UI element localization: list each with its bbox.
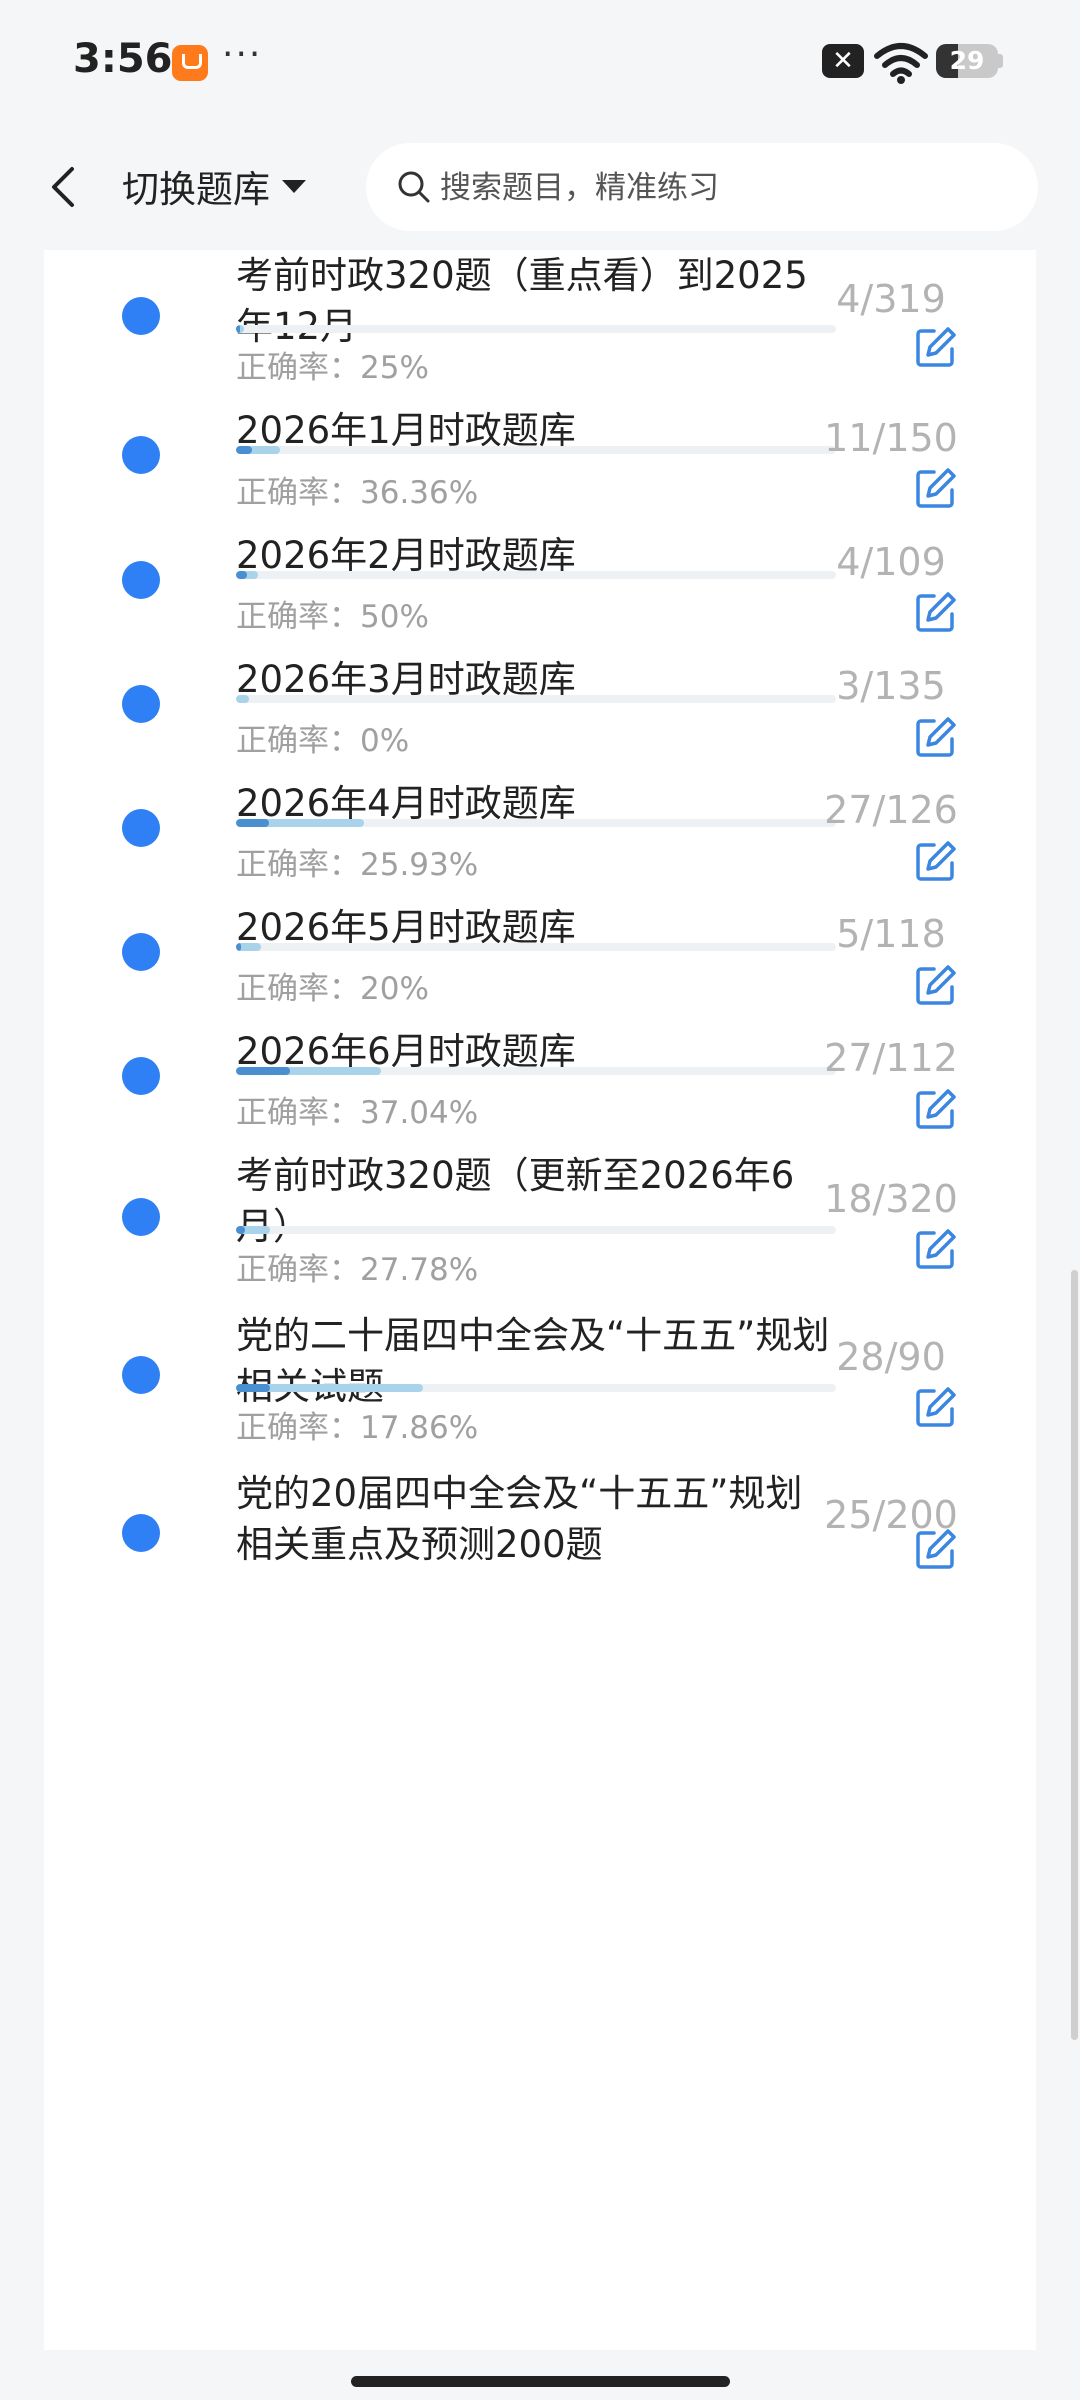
item-title: 考前时政320题（重点看）到2025年12月 <box>236 254 808 348</box>
progress-bar <box>236 446 836 454</box>
status-dot <box>122 436 160 474</box>
edit-practice-icon[interactable] <box>914 1227 958 1271</box>
progress-bar <box>236 1226 836 1234</box>
status-dot <box>122 1514 160 1552</box>
progress-count: 5/118 <box>836 912 946 956</box>
progress-bar <box>236 695 836 703</box>
progress-bar <box>236 943 836 951</box>
progress-bar <box>236 325 836 333</box>
accuracy-rate: 正确率：37.04% <box>236 1095 479 1131</box>
item-title: 党的20届四中全会及“十五五”规划相关重点及预测200题 <box>236 1472 803 1566</box>
progress-count: 27/126 <box>824 788 958 832</box>
accuracy-rate: 正确率：17.86% <box>236 1410 479 1446</box>
home-indicator[interactable] <box>351 2376 730 2387</box>
switch-question-bank-button[interactable]: 切换题库 <box>122 161 306 211</box>
accuracy-rate: 正确率：50% <box>236 599 429 635</box>
wifi-icon <box>874 43 928 84</box>
progress-count: 4/109 <box>836 540 946 584</box>
status-dot <box>122 561 160 599</box>
scrollbar[interactable] <box>1071 1270 1078 2040</box>
edit-practice-icon[interactable] <box>914 466 958 510</box>
app-notification-icon <box>172 45 208 81</box>
battery-icon: 29 <box>936 44 998 78</box>
accuracy-rate: 正确率：0% <box>236 723 410 759</box>
status-dot <box>122 1057 160 1095</box>
more-notifications-icon: ··· <box>222 34 263 75</box>
progress-correct <box>236 1384 270 1392</box>
edit-practice-icon[interactable] <box>914 839 958 883</box>
edit-practice-icon[interactable] <box>914 590 958 634</box>
item-title: 党的二十届四中全会及“十五五”规划相关试题 <box>236 1314 830 1408</box>
status-time: 3:56 <box>73 36 173 82</box>
status-dot <box>122 297 160 335</box>
progress-bar <box>236 571 836 579</box>
top-bar: 切换题库 <box>0 125 1080 250</box>
search-box[interactable] <box>366 143 1038 233</box>
edit-practice-icon[interactable] <box>914 1527 958 1571</box>
battery-cap <box>998 54 1003 68</box>
progress-correct <box>236 819 270 827</box>
battery-level: 29 <box>949 46 985 75</box>
progress-count: 3/135 <box>836 664 946 708</box>
progress-count: 11/150 <box>824 416 958 460</box>
item-title: 考前时政320题（更新至2026年6月） <box>236 1154 795 1248</box>
switch-question-bank-label: 切换题库 <box>122 168 270 211</box>
progress-correct <box>236 943 242 951</box>
status-dot <box>122 1198 160 1236</box>
progress-bar <box>236 1384 836 1392</box>
question-bank-list: 正确率：0% 考前时政320题（重点看）到2025年12月正确率：25% 4/319… <box>44 250 1036 2350</box>
progress-done <box>236 695 250 703</box>
accuracy-rate: 正确率：27.78% <box>236 1252 479 1288</box>
progress-count: 18/320 <box>824 1177 958 1221</box>
edit-practice-icon[interactable] <box>914 1087 958 1131</box>
edit-practice-icon[interactable] <box>914 1385 958 1429</box>
status-dot <box>122 933 160 971</box>
progress-correct <box>236 571 248 579</box>
edit-practice-icon[interactable] <box>914 963 958 1007</box>
progress-correct <box>236 325 240 333</box>
status-dot <box>122 1356 160 1394</box>
caret-down-icon <box>282 179 306 193</box>
status-bar: 3:56 ··· ✕ 29 <box>0 0 1080 125</box>
progress-count: 28/90 <box>836 1335 946 1379</box>
status-dot <box>122 685 160 723</box>
progress-count: 25/200 <box>824 1493 958 1537</box>
accuracy-rate: 正确率：25.93% <box>236 847 479 883</box>
progress-bar <box>236 1067 836 1075</box>
progress-count: 4/319 <box>836 277 946 321</box>
progress-bar <box>236 819 836 827</box>
search-input[interactable] <box>438 143 1002 233</box>
accuracy-rate: 正确率：36.36% <box>236 475 479 511</box>
progress-count: 27/112 <box>824 1036 958 1080</box>
status-dot <box>122 809 160 847</box>
progress-correct <box>236 446 252 454</box>
accuracy-rate: 正确率：25% <box>236 350 429 386</box>
progress-correct <box>236 1067 290 1075</box>
edit-practice-icon[interactable] <box>914 325 958 369</box>
back-arrow-icon[interactable] <box>44 165 84 209</box>
no-sim-icon: ✕ <box>822 44 864 78</box>
edit-practice-icon[interactable] <box>914 715 958 759</box>
search-icon <box>398 171 430 203</box>
accuracy-rate: 正确率：20% <box>236 971 429 1007</box>
